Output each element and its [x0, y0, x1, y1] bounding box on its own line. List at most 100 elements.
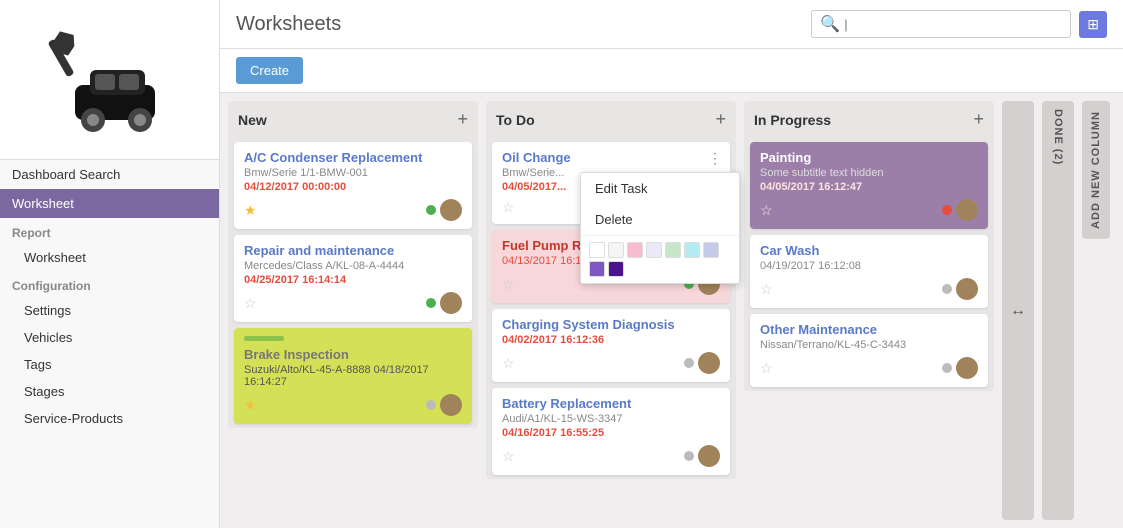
avatar-dot: [426, 292, 462, 314]
card-title: Other Maintenance: [760, 322, 978, 337]
kanban-card-c6[interactable]: Charging System Diagnosis 04/02/2017 16:…: [492, 309, 730, 382]
sidebar-item-label: Service-Products: [24, 411, 123, 426]
star-icon[interactable]: ☆: [760, 202, 773, 219]
sidebar-section-report: Report: [0, 218, 219, 244]
kanban-card-c3[interactable]: Brake Inspection Suzuki/Alto/KL-45-A-888…: [234, 328, 472, 424]
card-title: Repair and maintenance: [244, 243, 462, 258]
star-icon[interactable]: ★: [244, 202, 257, 219]
avatar-dot: [684, 352, 720, 374]
color-swatch-lavender[interactable]: [646, 242, 662, 258]
add-card-new-button[interactable]: +: [457, 109, 468, 130]
kanban-card-c10[interactable]: Other Maintenance Nissan/Terrano/KL-45-C…: [750, 314, 988, 387]
search-box[interactable]: 🔍: [811, 10, 1071, 38]
status-dot: [942, 363, 952, 373]
column-cards-new: A/C Condenser Replacement Bmw/Serie 1/1-…: [228, 138, 478, 428]
column-collapse-button[interactable]: ↔: [1002, 101, 1034, 520]
sidebar-item-label: Dashboard Search: [12, 167, 120, 182]
kanban-card-c8[interactable]: Painting Some subtitle text hidden 04/05…: [750, 142, 988, 229]
card-date: 04/12/2017 00:00:00: [244, 181, 462, 193]
card-footer: ☆: [760, 357, 978, 379]
star-icon[interactable]: ☆: [502, 355, 515, 372]
sidebar-item-label: Settings: [24, 303, 71, 318]
card-footer: ☆: [760, 278, 978, 300]
avatar: [956, 199, 978, 221]
color-swatch-pink[interactable]: [627, 242, 643, 258]
column-header-new: New +: [228, 101, 478, 138]
add-column-label: ADD NEW COLUMN: [1090, 111, 1102, 229]
card-date: 04/02/2017 16:12:36: [502, 334, 720, 346]
add-card-inprogress-button[interactable]: +: [973, 109, 984, 130]
avatar-dot: [684, 445, 720, 467]
status-dot: [684, 358, 694, 368]
avatar-dot: [942, 357, 978, 379]
sidebar-item-worksheet-main[interactable]: Worksheet: [0, 189, 219, 218]
context-menu-edit-task[interactable]: Edit Task: [581, 173, 739, 204]
star-icon[interactable]: ☆: [760, 281, 773, 298]
sidebar-item-settings[interactable]: Settings: [0, 297, 219, 324]
color-swatch-purple[interactable]: [589, 261, 605, 277]
card-subtitle: 04/19/2017 16:12:08: [760, 260, 978, 272]
color-swatch-green[interactable]: [665, 242, 681, 258]
card-subtitle: Some subtitle text hidden: [760, 167, 978, 179]
kanban-column-new: New + A/C Condenser Replacement Bmw/Seri…: [228, 101, 478, 428]
color-swatch-white[interactable]: [589, 242, 605, 258]
sidebar-item-tags[interactable]: Tags: [0, 351, 219, 378]
app-logo: [0, 0, 219, 160]
card-subtitle: Nissan/Terrano/KL-45-C-3443: [760, 339, 978, 351]
color-swatch-lightgray[interactable]: [608, 242, 624, 258]
kanban-card-c7[interactable]: Battery Replacement Audi/A1/KL-15-WS-334…: [492, 388, 730, 475]
column-header-inprogress: In Progress +: [744, 101, 994, 138]
avatar: [440, 292, 462, 314]
kanban-board: New + A/C Condenser Replacement Bmw/Seri…: [220, 93, 1123, 528]
search-input[interactable]: [844, 17, 1062, 32]
sidebar-item-dashboard-search[interactable]: Dashboard Search: [0, 160, 219, 189]
sidebar-item-stages[interactable]: Stages: [0, 378, 219, 405]
avatar: [698, 445, 720, 467]
card-footer: ☆: [502, 445, 720, 467]
status-dot: [426, 298, 436, 308]
status-dot: [426, 205, 436, 215]
view-toggle-button[interactable]: ⊞: [1079, 11, 1107, 38]
color-swatch-darkpurple[interactable]: [608, 261, 624, 277]
context-menu-delete[interactable]: Delete: [581, 204, 739, 235]
card-menu-button[interactable]: ⋮: [708, 150, 722, 167]
sidebar-item-label: Worksheet: [24, 250, 86, 265]
kanban-card-c9[interactable]: Car Wash 04/19/2017 16:12:08 ☆: [750, 235, 988, 308]
kanban-card-c4[interactable]: ⋮ Oil Change Bmw/Serie... 04/05/2017... …: [492, 142, 730, 224]
sidebar-item-vehicles[interactable]: Vehicles: [0, 324, 219, 351]
sidebar-item-label: Worksheet: [12, 196, 74, 211]
color-swatch-indigo[interactable]: [703, 242, 719, 258]
card-title: Car Wash: [760, 243, 978, 258]
add-new-column-button[interactable]: ADD NEW COLUMN: [1082, 101, 1110, 239]
card-footer: ☆: [760, 199, 978, 221]
star-icon[interactable]: ☆: [760, 360, 773, 377]
sidebar-item-service-products[interactable]: Service-Products: [0, 405, 219, 432]
color-swatch-cyan[interactable]: [684, 242, 700, 258]
main-content: Worksheets 🔍 ⊞ Create New + A/C Condense…: [220, 0, 1123, 528]
star-icon[interactable]: ☆: [502, 448, 515, 465]
kanban-card-c2[interactable]: Repair and maintenance Mercedes/Class A/…: [234, 235, 472, 322]
card-date: 04/05/2017 16:12:47: [760, 181, 978, 193]
topbar: Worksheets 🔍 ⊞: [220, 0, 1123, 49]
create-button[interactable]: Create: [236, 57, 303, 84]
card-subtitle: Bmw/Serie 1/1-BMW-001: [244, 167, 462, 179]
avatar: [956, 278, 978, 300]
column-cards-inprogress: Painting Some subtitle text hidden 04/05…: [744, 138, 994, 391]
star-icon[interactable]: ☆: [502, 199, 515, 216]
column-title-todo: To Do: [496, 112, 535, 128]
star-icon[interactable]: ★: [244, 397, 257, 414]
column-header-todo: To Do +: [486, 101, 736, 138]
sidebar-item-worksheet-report[interactable]: Worksheet: [0, 244, 219, 271]
star-icon[interactable]: ☆: [244, 295, 257, 312]
star-icon[interactable]: ☆: [502, 276, 515, 293]
sidebar-item-label: Stages: [24, 384, 64, 399]
accent-bar: [244, 336, 284, 341]
card-footer: ☆: [502, 352, 720, 374]
add-card-todo-button[interactable]: +: [715, 109, 726, 130]
kanban-column-done[interactable]: DONE (2): [1042, 101, 1074, 520]
status-dot: [942, 284, 952, 294]
kanban-card-c1[interactable]: A/C Condenser Replacement Bmw/Serie 1/1-…: [234, 142, 472, 229]
avatar-dot: [426, 199, 462, 221]
card-title: Charging System Diagnosis: [502, 317, 720, 332]
card-subtitle: Suzuki/Alto/KL-45-A-8888 04/18/2017 16:1…: [244, 364, 462, 388]
